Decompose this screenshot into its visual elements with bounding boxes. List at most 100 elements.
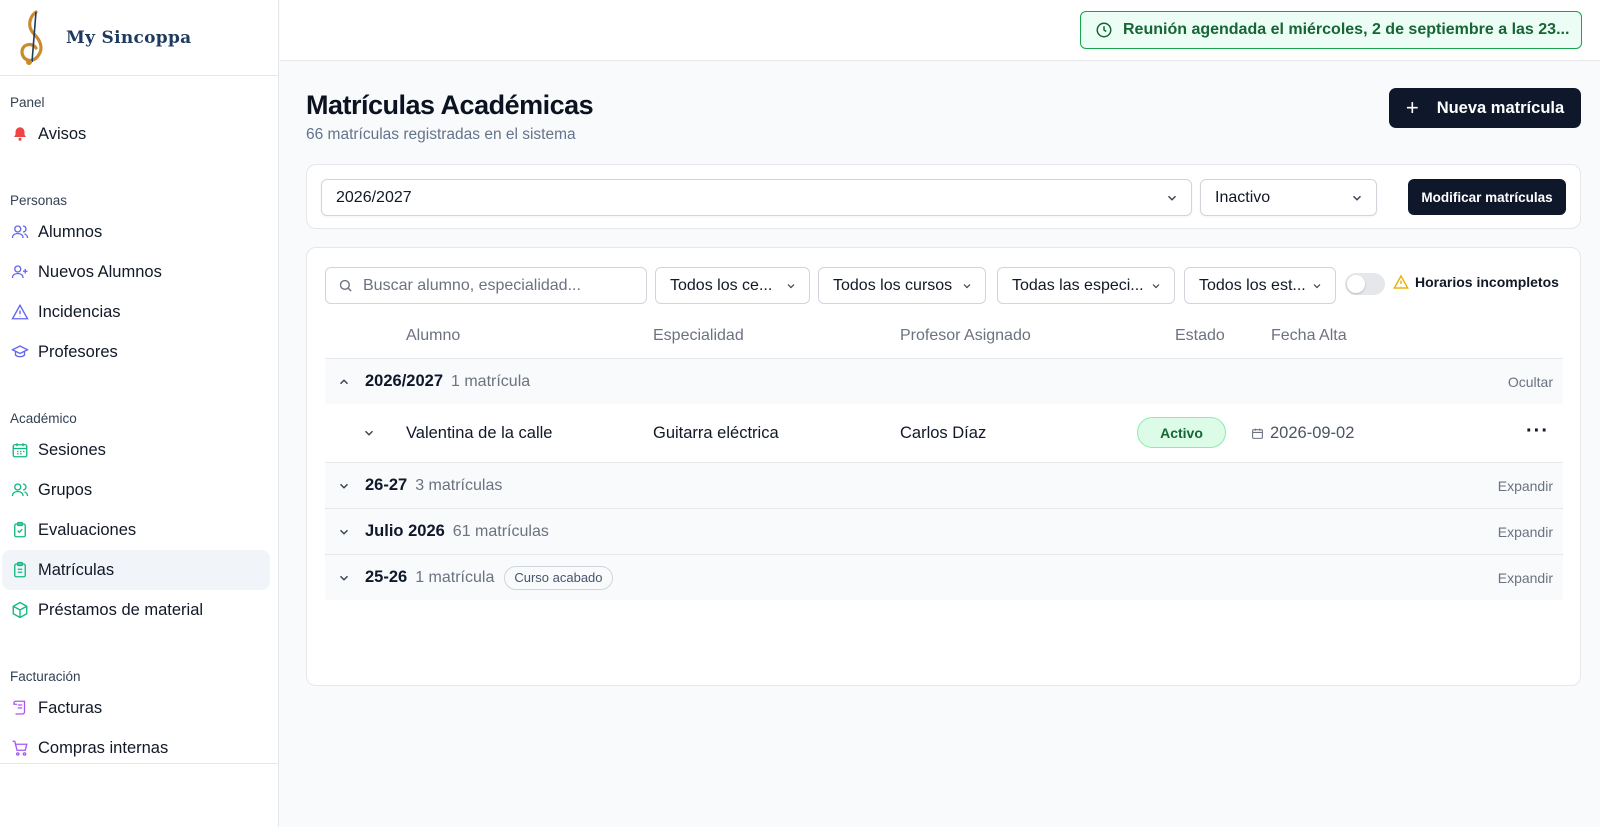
sidebar-item-grupos[interactable]: Grupos	[2, 470, 270, 510]
sidebar-item-label: Compras internas	[38, 738, 169, 757]
group-icon	[11, 483, 29, 497]
header-status[interactable]: Estado	[1175, 327, 1225, 345]
sidebar-item-alumnos[interactable]: Alumnos	[2, 212, 270, 252]
student-name: Valentina de la calle	[406, 424, 553, 442]
status-select[interactable]: Inactivo	[1200, 179, 1377, 216]
sidebar-item-sesiones[interactable]: Sesiones	[2, 430, 270, 470]
meeting-banner[interactable]: Reunión agendada el miércoles, 2 de sept…	[1080, 11, 1582, 49]
hide-group-button[interactable]: Ocultar	[1508, 374, 1553, 390]
chevron-down-icon	[787, 284, 795, 289]
group-row-julio-2026[interactable]: Julio 2026 61 matrículas Expandir	[325, 509, 1563, 554]
date-cell: 2026-09-02	[1251, 424, 1354, 443]
status-select-value: Inactivo	[1215, 188, 1271, 206]
new-enrollment-button[interactable]: + Nueva matrícula	[1389, 88, 1581, 128]
treble-clef-logo	[20, 9, 43, 65]
header-student[interactable]: Alumno	[406, 327, 460, 345]
specialty-filter-value: Todas las especi...	[1012, 276, 1144, 294]
header-teacher[interactable]: Profesor Asignado	[900, 327, 1031, 345]
page-title: Matrículas Académicas	[306, 90, 594, 120]
sidebar-item-label: Sesiones	[38, 440, 106, 459]
brand-name: My Sincoppa	[66, 27, 192, 48]
modify-enrollments-button[interactable]: Modificar matrículas	[1408, 179, 1566, 215]
chevron-up-icon	[340, 378, 348, 384]
table-row[interactable]: Valentina de la calle Guitarra eléctrica…	[325, 404, 1563, 462]
section-title-personas: Personas	[10, 193, 68, 208]
sidebar-item-label: Nuevos Alumnos	[38, 262, 162, 281]
incomplete-schedules-toggle[interactable]	[1345, 273, 1385, 295]
group-count: 61 matrículas	[452, 522, 549, 540]
chevron-down-icon	[1353, 195, 1361, 201]
group-name: 25-26	[365, 568, 408, 586]
group-row-26-27[interactable]: 26-27 3 matrículas Expandir	[325, 463, 1563, 508]
search-input[interactable]	[363, 276, 633, 295]
chevron-down-icon	[1168, 195, 1176, 201]
sidebar-item-evaluaciones[interactable]: Evaluaciones	[2, 510, 270, 550]
sidebar-item-matriculas[interactable]: Matrículas	[2, 550, 270, 590]
group-count: 1 matrícula	[451, 372, 531, 390]
year-select[interactable]: 2026/2027	[321, 179, 1192, 216]
group-name: 26-27	[365, 476, 408, 494]
status-badge: Activo	[1137, 417, 1226, 448]
group-name: Julio 2026	[365, 522, 445, 540]
group-row-2026-2027[interactable]: 2026/2027 1 matrícula Ocultar	[325, 359, 1563, 404]
search-field[interactable]	[325, 267, 647, 304]
sidebar-item-nuevos-alumnos[interactable]: Nuevos Alumnos	[2, 252, 270, 292]
chevron-down-icon	[1313, 284, 1321, 289]
warning-icon	[1393, 274, 1409, 289]
user-plus-icon	[11, 265, 28, 279]
toggle-knob	[1347, 275, 1365, 293]
group-count: 1 matrícula	[415, 568, 495, 586]
group-name: 2026/2027	[365, 372, 443, 390]
course-finished-badge: Curso acabado	[504, 565, 613, 590]
calendar-icon	[1252, 428, 1263, 439]
enrollments-table-card: Todos los ce... Todos los cursos Todas l…	[306, 247, 1581, 686]
page-subtitle: 66 matrículas registradas en el sistema	[306, 126, 576, 143]
sidebar-item-prestamos[interactable]: Préstamos de material	[2, 590, 270, 630]
center-filter-value: Todos los ce...	[670, 276, 773, 294]
new-enrollment-label: Nueva matrícula	[1436, 98, 1565, 117]
sidebar-item-incidencias[interactable]: Incidencias	[2, 292, 270, 332]
specialty-filter[interactable]: Todas las especi...	[997, 267, 1175, 304]
sidebar-item-profesores[interactable]: Profesores	[2, 332, 270, 372]
sidebar-nav: Panel Avisos Personas Alumnos Nuevos Alu…	[0, 76, 278, 764]
warning-icon	[11, 303, 29, 320]
center-filter[interactable]: Todos los ce...	[655, 267, 810, 304]
more-actions-button[interactable]: ···	[1526, 420, 1549, 443]
chevron-down-icon[interactable]	[362, 426, 376, 440]
header-date[interactable]: Fecha Alta	[1271, 327, 1347, 345]
expand-group-button[interactable]: Expandir	[1498, 478, 1553, 494]
bell-icon	[14, 127, 26, 141]
meeting-banner-text: Reunión agendada el miércoles, 2 de sept…	[1123, 21, 1570, 38]
calendar-icon	[12, 443, 28, 458]
sidebar-item-label: Incidencias	[38, 302, 121, 321]
header-specialty[interactable]: Especialidad	[653, 327, 744, 345]
graduation-cap-icon	[11, 345, 29, 358]
search-icon	[339, 279, 352, 292]
users-icon	[11, 225, 29, 239]
cart-icon	[12, 740, 28, 756]
clipboard-check-icon	[14, 521, 26, 538]
sidebar-item-facturas[interactable]: Facturas	[2, 688, 270, 728]
sidebar-item-label: Grupos	[38, 480, 93, 499]
teacher-cell: Carlos Díaz	[900, 424, 987, 442]
clock-icon	[1096, 22, 1112, 38]
state-filter[interactable]: Todos los est...	[1184, 267, 1336, 304]
expand-group-button[interactable]: Expandir	[1498, 524, 1553, 540]
brand[interactable]: My Sincoppa	[0, 0, 278, 76]
expand-group-button[interactable]: Expandir	[1498, 570, 1553, 586]
specialty-cell: Guitarra eléctrica	[653, 424, 779, 442]
group-row-25-26[interactable]: 25-26 1 matrícula Curso acabado Expandir	[325, 555, 1563, 600]
period-filter-card: 2026/2027 Inactivo Modificar matrículas	[306, 164, 1581, 229]
sidebar: My Sincoppa Panel Avisos Personas Alumno…	[0, 0, 279, 827]
sidebar-item-label: Profesores	[38, 342, 118, 361]
course-filter[interactable]: Todos los cursos	[818, 267, 986, 304]
group-count: 3 matrículas	[415, 476, 503, 494]
chevron-down-icon	[340, 529, 348, 535]
sidebar-item-label: Alumnos	[38, 222, 103, 241]
chevron-down-icon	[1152, 284, 1160, 289]
sidebar-item-label: Facturas	[38, 698, 103, 717]
sidebar-item-label: Evaluaciones	[38, 520, 137, 539]
sidebar-item-avisos[interactable]: Avisos	[2, 114, 270, 154]
topbar: Reunión agendada el miércoles, 2 de sept…	[280, 0, 1600, 61]
sidebar-item-compras[interactable]: Compras internas	[2, 728, 270, 763]
